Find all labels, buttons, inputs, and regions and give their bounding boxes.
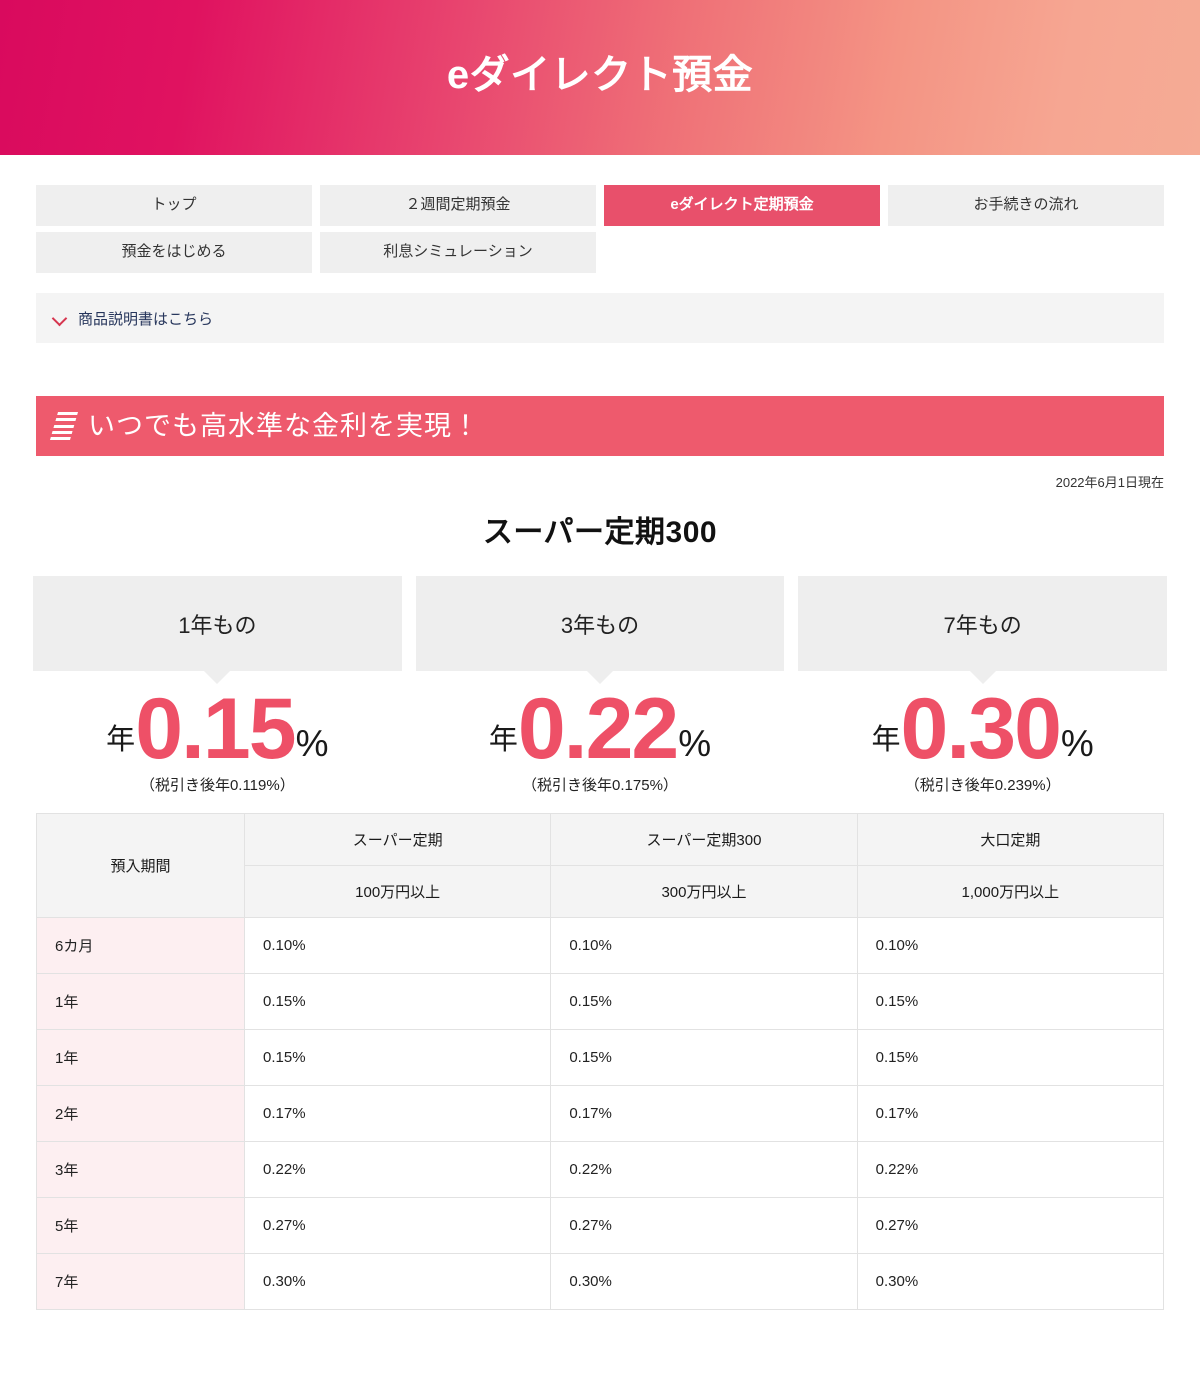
- table-row: 6カ月 0.10% 0.10% 0.10%: [36, 916, 1165, 974]
- row-period-5: 5年: [36, 1196, 245, 1254]
- table-row: 3年 0.22% 0.22% 0.22%: [36, 1140, 1165, 1198]
- product-brochure-label: 商品説明書はこちら: [78, 310, 214, 328]
- rate-number-2: 0.30: [900, 681, 1062, 777]
- header-group-0: スーパー定期: [243, 812, 552, 866]
- rate-card-1: 3年もの年 0.22% （税引き後年0.175%）: [415, 576, 785, 795]
- row-value-5-0: 0.27%: [243, 1196, 552, 1254]
- row-value-6-0: 0.30%: [243, 1252, 552, 1310]
- tab-navigation-grid: トップ ２週間定期預金 eダイレクト定期預金 お手続きの流れ預金をはじめる 利息シミュレ…: [36, 185, 1164, 273]
- rate-card-value-0: 年 0.15%: [33, 681, 402, 777]
- row-value-6-2: 0.30%: [856, 1252, 1165, 1310]
- row-value-1-1: 0.15%: [550, 972, 858, 1030]
- tab-0[interactable]: トップ: [36, 185, 312, 226]
- row-value-2-0: 0.15%: [243, 1028, 552, 1086]
- rate-card-value-1: 年 0.22%: [416, 681, 785, 777]
- row-value-5-1: 0.27%: [550, 1196, 858, 1254]
- tab-1[interactable]: ２週間定期預金: [320, 185, 596, 226]
- product-name-heading: スーパー定期300: [482, 516, 718, 549]
- row-period-4: 3年: [36, 1140, 245, 1198]
- rate-percent-2: %: [1060, 722, 1094, 764]
- rate-prefix-0: 年: [106, 723, 136, 756]
- page-title: eダイレクト預金: [446, 52, 754, 97]
- row-value-0-0: 0.10%: [243, 916, 552, 974]
- rate-table-head: 預入期間 スーパー定期 スーパー定期300 大口定期 100万円以上 300万円…: [36, 812, 1165, 918]
- section-banner-title: いつでも高水準な金利を実現！: [88, 410, 480, 441]
- header-group-1: スーパー定期300: [550, 812, 858, 866]
- page-hero-banner: eダイレクト預金: [0, 0, 1200, 155]
- row-value-4-2: 0.22%: [856, 1140, 1165, 1198]
- table-row: 7年 0.30% 0.30% 0.30%: [36, 1252, 1165, 1310]
- row-value-6-1: 0.30%: [550, 1252, 858, 1310]
- row-value-0-1: 0.10%: [550, 916, 858, 974]
- table-row: 1年 0.15% 0.15% 0.15%: [36, 972, 1165, 1030]
- rate-card-note-2: （税引き後年0.239%）: [904, 776, 1061, 794]
- tab-navigation: トップ ２週間定期預金 eダイレクト定期預金 お手続きの流れ預金をはじめる 利息シミュレ…: [0, 155, 1200, 273]
- rate-card-2: 7年もの年 0.30% （税引き後年0.239%）: [798, 576, 1167, 795]
- rate-percent-0: %: [295, 722, 329, 764]
- product-brochure-toggle[interactable]: 商品説明書はこちら: [36, 293, 1164, 343]
- rate-table-body: 6カ月 0.10% 0.10% 0.10% 1年 0.15% 0.15% 0.15% 1年 0.1…: [36, 916, 1165, 1310]
- row-value-3-0: 0.17%: [243, 1084, 552, 1142]
- row-value-3-1: 0.17%: [550, 1084, 858, 1142]
- header-period: 預入期間: [36, 812, 245, 918]
- row-period-6: 7年: [36, 1252, 245, 1310]
- header-amount-0: 100万円以上: [243, 864, 552, 918]
- row-value-2-2: 0.15%: [856, 1028, 1165, 1086]
- rate-card-value-2: 年 0.30%: [798, 681, 1167, 777]
- tab-2[interactable]: eダイレクト定期預金: [604, 185, 880, 226]
- as-of-date: 2022年6月1日現在: [1055, 475, 1164, 490]
- rate-card-note-0: （税引き後年0.119%）: [139, 776, 295, 794]
- rate-percent-1: %: [678, 722, 712, 764]
- rate-card-0: 1年もの年 0.15% （税引き後年0.119%）: [33, 576, 402, 795]
- row-value-2-1: 0.15%: [550, 1028, 858, 1086]
- table-row: 2年 0.17% 0.17% 0.17%: [36, 1084, 1165, 1142]
- rate-number-1: 0.22: [517, 681, 679, 777]
- header-amount-1: 300万円以上: [550, 864, 858, 918]
- rate-card-term-1: 3年もの: [415, 576, 785, 671]
- section-banner: いつでも高水準な金利を実現！: [36, 396, 1164, 456]
- table-row: 5年 0.27% 0.27% 0.27%: [36, 1196, 1165, 1254]
- row-value-1-0: 0.15%: [243, 972, 552, 1030]
- row-period-1: 1年: [36, 972, 245, 1030]
- row-value-1-2: 0.15%: [856, 972, 1165, 1030]
- row-value-4-1: 0.22%: [550, 1140, 858, 1198]
- header-group-2: 大口定期: [856, 812, 1165, 866]
- table-row: 1年 0.15% 0.15% 0.15%: [36, 1028, 1165, 1086]
- rate-table-container: 預入期間 スーパー定期 スーパー定期300 大口定期 100万円以上 300万円…: [36, 812, 1165, 1310]
- rate-card-term-2: 7年もの: [798, 576, 1167, 671]
- rate-card-term-0: 1年もの: [33, 576, 402, 671]
- row-value-4-0: 0.22%: [243, 1140, 552, 1198]
- table-header-row-group: 預入期間 スーパー定期 スーパー定期300 大口定期: [36, 812, 1165, 918]
- row-period-0: 6カ月: [36, 916, 245, 974]
- row-value-5-2: 0.27%: [856, 1196, 1165, 1254]
- tab-3[interactable]: お手続きの流れ: [888, 185, 1164, 226]
- tab-4[interactable]: 預金をはじめる: [36, 232, 312, 273]
- row-value-3-2: 0.17%: [856, 1084, 1165, 1142]
- rate-cards: 1年もの年 0.15% （税引き後年0.119%） 3年もの年 0.22% （税引き後年0…: [33, 576, 1167, 795]
- rate-prefix-1: 年: [488, 723, 518, 756]
- rate-table: 預入期間 スーパー定期 スーパー定期300 大口定期 100万円以上 300万円…: [36, 812, 1165, 1310]
- row-period-3: 2年: [36, 1084, 245, 1142]
- header-amount-2: 1,000万円以上: [856, 864, 1165, 918]
- tab-5[interactable]: 利息シミュレーション: [320, 232, 596, 273]
- row-value-0-2: 0.10%: [856, 916, 1165, 974]
- rate-number-0: 0.15: [135, 681, 296, 777]
- rate-card-note-1: （税引き後年0.175%）: [522, 776, 678, 794]
- rate-prefix-2: 年: [871, 723, 901, 756]
- row-period-2: 1年: [36, 1028, 245, 1086]
- chevron-down-icon: [52, 310, 68, 326]
- slanted-lines-icon: [49, 412, 79, 440]
